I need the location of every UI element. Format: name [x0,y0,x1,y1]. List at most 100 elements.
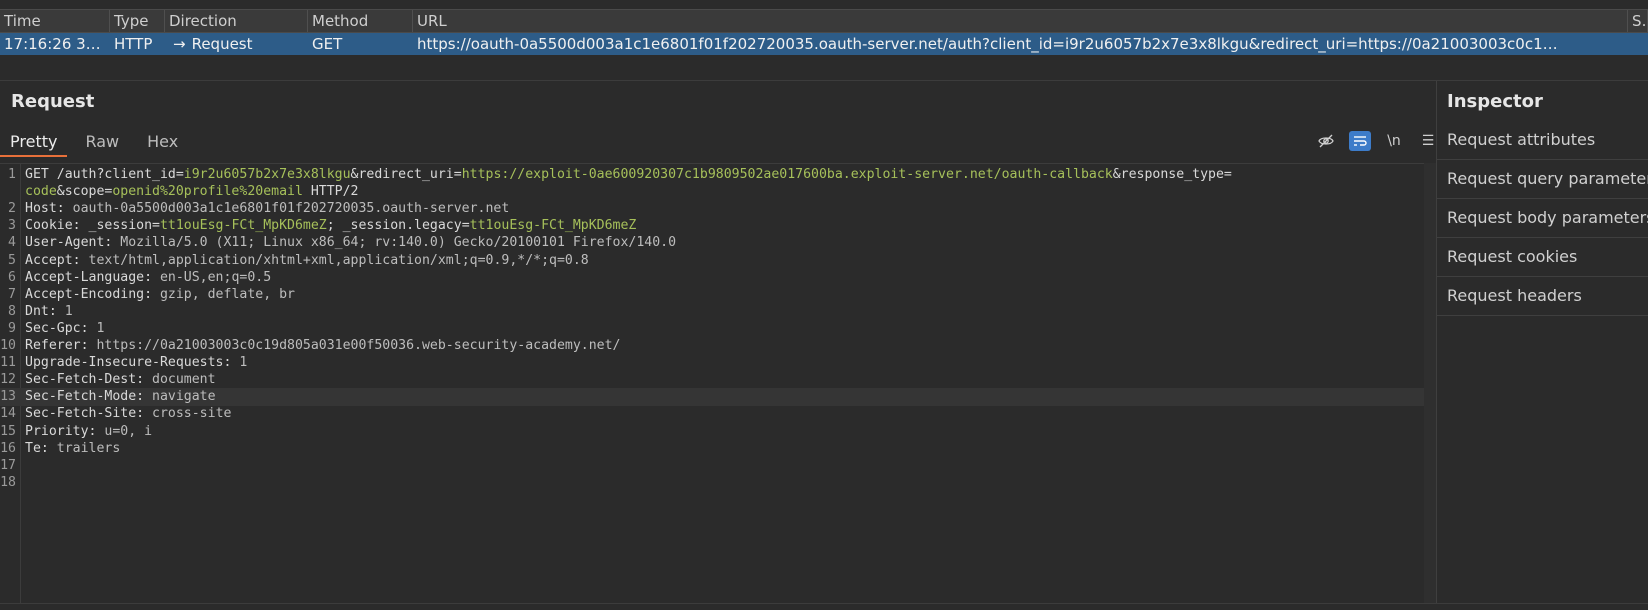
column-header-type[interactable]: Type [110,10,165,32]
line-number: 14 [0,406,16,422]
line-number: 16 [0,440,16,456]
history-table-header: Time Type Direction Method URL Sta [0,9,1648,33]
code-segment: tt1ouEsg-FCt_MpKD6meZ [469,218,637,234]
history-table-empty-area [0,55,1648,81]
line-number: 15 [0,423,16,439]
code-segment: Accept-Encoding: [25,286,160,302]
code-segment: HTTP/2 [302,184,359,200]
row-direction: → Request [165,33,308,55]
code-segment: &response_type= [1112,167,1232,182]
code-segment: Sec-Fetch-Dest: [25,372,153,388]
line-code: Accept-Language: en-US,en;q=0.5 [25,269,271,287]
newline-toggle[interactable]: \n [1383,131,1405,151]
row-url: https://oauth-0a5500d003a1c1e6801f01f202… [417,35,1558,53]
code-segment: 1 [96,320,105,336]
line-code: Sec-Gpc: 1 [25,320,104,338]
code-segment: code [25,184,57,200]
request-line: 3 Cookie: _session=tt1ouEsg-FCt_MpKD6meZ;… [0,217,1424,235]
code-segment: Sec-Fetch-Mode: [25,389,153,405]
column-header-status[interactable]: Sta [1628,10,1648,32]
editor-scrollbar[interactable] [1424,163,1436,603]
line-number: 17 [0,457,16,473]
code-segment: Accept: [25,252,89,268]
code-segment: tt1ouEsg-FCt_MpKD6meZ [159,218,327,234]
line-number: 1 [8,167,16,182]
request-line: 11 Upgrade-Insecure-Requests: 1 [0,354,1424,372]
inspector-panel: Inspector Request attributes Request que… [1436,81,1648,609]
line-code: code&scope=openid%20profile%20email HTTP… [25,183,358,201]
column-header-direction[interactable]: Direction [165,10,308,32]
tab-hex[interactable]: Hex [137,126,188,157]
line-code: Cookie: _session=tt1ouEsg-FCt_MpKD6meZ; … [25,217,636,235]
inspector-body-parameters[interactable]: Request body parameters [1437,198,1648,238]
row-direction-label: Request [191,35,253,53]
request-line: 15 Priority: u=0, i [0,423,1424,441]
request-line: 4 User-Agent: Mozilla/5.0 (X11; Linux x86… [0,234,1424,252]
code-segment: 1 [64,303,73,319]
line-number: 12 [0,372,16,388]
code-segment: ; _session.legacy= [326,218,470,234]
column-header-method[interactable]: Method [308,10,413,32]
line-number: 3 [8,218,16,234]
code-segment: Referer: [25,338,97,353]
line-code: Upgrade-Insecure-Requests: 1 [25,354,247,372]
line-number: 13 [0,389,16,405]
request-line: 16 Te: trailers [0,440,1424,458]
line-code: Sec-Fetch-Mode: navigate [25,388,216,406]
code-segment: Te: [25,440,57,456]
request-tabs: Pretty Raw Hex [0,126,196,157]
line-number: 5 [8,252,16,268]
request-line: 13 Sec-Fetch-Mode: navigate [0,388,1424,407]
inspector-request-attributes[interactable]: Request attributes [1437,120,1648,160]
row-time: 17:16:26 3… [4,35,101,53]
request-line: 12 Sec-Fetch-Dest: document [0,371,1424,389]
code-segment: Accept-Language: [25,269,160,285]
line-code: Dnt: 1 [25,303,73,321]
line-number: 2 [8,201,16,217]
line-number: 8 [8,303,16,319]
request-title: Request [11,91,95,112]
inspector-query-parameters[interactable]: Request query parameters [1437,159,1648,199]
line-number: 6 [8,269,16,285]
request-line: 5 Accept: text/html,application/xhtml+xml… [0,252,1424,270]
tab-raw[interactable]: Raw [75,126,129,157]
wrap-icon[interactable] [1349,131,1371,151]
request-line: 14 Sec-Fetch-Site: cross-site [0,405,1424,423]
eye-off-icon[interactable] [1315,131,1337,151]
code-segment: u=0, i [104,423,153,439]
line-number: 11 [0,355,16,371]
line-number: 9 [8,320,16,336]
line-code: Accept: text/html,application/xhtml+xml,… [25,252,589,270]
inspector-cookies[interactable]: Request cookies [1437,237,1648,277]
request-editor[interactable]: 1 GET /auth?client_id=i9r2u6057b2x7e3x8lk… [0,163,1424,604]
line-code: Referer: https://0a21003003c0c19d805a031… [25,337,620,355]
code-segment: Sec-Fetch-Site: [25,406,153,422]
request-line: code&scope=openid%20profile%20email HTTP… [0,183,1424,201]
line-number: 18 [0,474,16,490]
request-line: 9 Sec-Gpc: 1 [0,320,1424,338]
code-segment: https://0a21003003c0c19d805a031e00f50036… [96,338,621,353]
code-segment: gzip, deflate, br [159,286,295,302]
request-line: 8 Dnt: 1 [0,303,1424,321]
line-code: Priority: u=0, i [25,423,152,441]
line-code: Sec-Fetch-Site: cross-site [25,405,231,423]
history-table-row[interactable]: 17:16:26 3… HTTP → Request GET https://oa… [0,33,1648,55]
code-segment: text/html,application/xhtml+xml,applicat… [88,252,589,268]
line-code: Host: oauth-0a5500d003a1c1e6801f01f20272… [25,200,509,218]
line-number: 4 [8,235,16,251]
code-segment: User-Agent: [25,235,121,251]
code-segment: Cookie: _session= [25,218,160,234]
code-segment: https://exploit-0ae600920307c1b9809502ae… [461,167,1113,182]
code-segment: GET /auth?client_id= [25,167,184,182]
tab-pretty[interactable]: Pretty [0,126,68,157]
column-header-url[interactable]: URL [413,10,1628,32]
request-line: 7 Accept-Encoding: gzip, deflate, br [0,286,1424,304]
code-segment: Upgrade-Insecure-Requests: [25,355,240,371]
inspector-headers[interactable]: Request headers [1437,276,1648,316]
inspector-title: Inspector [1447,91,1543,112]
code-segment: Priority: [25,423,105,439]
code-segment: trailers [56,440,121,456]
code-segment: &scope= [56,184,113,200]
column-header-time[interactable]: Time [0,10,110,32]
row-status [1628,33,1648,55]
